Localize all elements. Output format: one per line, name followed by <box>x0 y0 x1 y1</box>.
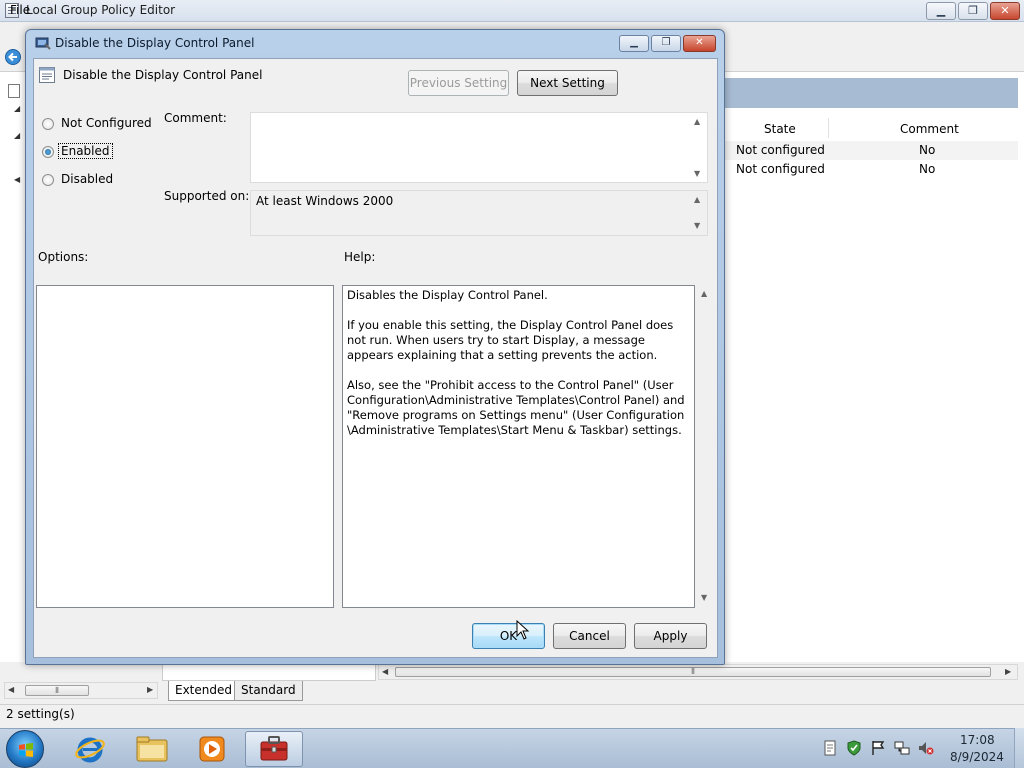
supported-scrollbar[interactable]: ▲ ▼ <box>690 191 707 235</box>
group-policy-editor-icon[interactable] <box>258 733 290 763</box>
radio-label-not-configured[interactable]: Not Configured <box>59 116 154 130</box>
column-separator[interactable] <box>828 118 829 138</box>
back-arrow-icon[interactable] <box>4 49 22 65</box>
scroll-right-arrow-icon[interactable]: ▶ <box>1005 667 1011 676</box>
notes-icon[interactable] <box>822 740 838 756</box>
ok-button[interactable]: OK <box>472 623 545 649</box>
windows-explorer-icon[interactable] <box>136 736 168 762</box>
tab-standard[interactable]: Standard <box>234 681 303 701</box>
network-icon[interactable] <box>894 740 910 756</box>
row-state: Not configured <box>736 162 825 176</box>
dialog-title: Disable the Display Control Panel <box>55 36 255 50</box>
scrollbar-thumb[interactable]: ⦀ <box>395 667 991 677</box>
list-horizontal-scrollbar[interactable]: ◀ ⦀ ▶ <box>378 664 1018 680</box>
setting-document-icon <box>39 67 55 83</box>
main-window-title: Local Group Policy Editor <box>26 3 176 17</box>
dialog-close-button[interactable]: ✕ <box>683 35 716 52</box>
radio-button-icon[interactable] <box>42 174 54 186</box>
tree-pane[interactable] <box>0 72 26 662</box>
security-shield-icon[interactable] <box>846 740 862 756</box>
policy-node-icon <box>8 84 20 98</box>
scroll-up-arrow-icon[interactable]: ▲ <box>701 289 707 298</box>
row-state: Not configured <box>736 143 825 157</box>
status-text: 2 setting(s) <box>6 707 75 721</box>
media-player-icon[interactable] <box>198 735 226 763</box>
clock-time[interactable]: 17:08 <box>960 733 995 747</box>
table-row[interactable]: Not configured No <box>724 141 1018 160</box>
comment-label: Comment: <box>164 111 227 125</box>
internet-explorer-icon[interactable] <box>74 733 106 765</box>
comment-scrollbar[interactable]: ▲ ▼ <box>690 113 707 182</box>
radio-label-disabled[interactable]: Disabled <box>59 172 115 186</box>
radio-button-selected-icon[interactable] <box>42 146 54 158</box>
dialog-maximize-button[interactable]: ❐ <box>651 35 681 52</box>
tree-expand-arrow-icon[interactable]: ◢ <box>14 104 20 113</box>
supported-on-label: Supported on: <box>164 189 250 203</box>
tree-expand-arrow-icon[interactable]: ◀ <box>14 175 20 184</box>
clock-date[interactable]: 8/9/2024 <box>950 750 1004 764</box>
column-header-comment[interactable]: Comment <box>900 122 959 136</box>
start-orb-icon[interactable] <box>6 730 44 768</box>
menu-file[interactable]: File <box>10 3 30 17</box>
supported-on-value: At least Windows 2000 <box>256 194 394 208</box>
windows-flag-icon <box>19 743 33 757</box>
radio-button-icon[interactable] <box>42 118 54 130</box>
main-minimize-button[interactable]: ▁ <box>926 2 956 20</box>
previous-setting-button[interactable]: Previous Setting <box>408 70 509 96</box>
list-left-gap <box>162 664 376 681</box>
help-label: Help: <box>344 250 376 264</box>
apply-button[interactable]: Apply <box>634 623 707 649</box>
comment-textarea[interactable] <box>250 112 708 183</box>
setting-name: Disable the Display Control Panel <box>63 68 263 82</box>
options-label: Options: <box>38 250 89 264</box>
table-row[interactable]: Not configured No <box>724 160 1018 179</box>
scroll-down-arrow-icon[interactable]: ▼ <box>701 593 707 602</box>
row-comment: No <box>919 143 936 157</box>
scroll-up-arrow-icon[interactable]: ▲ <box>694 195 700 204</box>
volume-muted-icon[interactable] <box>918 740 934 756</box>
scroll-down-arrow-icon[interactable]: ▼ <box>694 221 700 230</box>
status-bar <box>0 704 1024 728</box>
radio-label-enabled[interactable]: Enabled <box>58 143 113 159</box>
action-center-flag-icon[interactable] <box>870 740 886 756</box>
scroll-down-arrow-icon[interactable]: ▼ <box>694 169 700 178</box>
cancel-button[interactable]: Cancel <box>553 623 626 649</box>
scroll-up-arrow-icon[interactable]: ▲ <box>694 117 700 126</box>
main-close-button[interactable]: ✕ <box>990 2 1020 20</box>
tree-expand-arrow-icon[interactable]: ◢ <box>14 131 20 140</box>
scrollbar-thumb[interactable]: ⦀ <box>25 685 89 696</box>
show-desktop-button[interactable] <box>1014 728 1024 768</box>
scroll-left-arrow-icon[interactable]: ◀ <box>382 667 388 676</box>
scroll-right-arrow-icon[interactable]: ▶ <box>147 685 153 694</box>
scroll-left-arrow-icon[interactable]: ◀ <box>8 685 14 694</box>
tab-extended[interactable]: Extended <box>168 681 239 701</box>
column-header-state[interactable]: State <box>764 122 796 136</box>
policy-setting-icon <box>35 37 51 50</box>
tree-horizontal-scrollbar[interactable]: ◀ ⦀ ▶ <box>4 682 158 699</box>
help-scrollbar[interactable]: ▲ ▼ <box>697 285 714 608</box>
next-setting-button[interactable]: Next Setting <box>517 70 618 96</box>
help-text: Disables the Display Control Panel. If y… <box>347 288 685 437</box>
options-panel[interactable] <box>36 285 334 608</box>
mouse-cursor-icon <box>516 620 530 640</box>
dialog-minimize-button[interactable]: ▁ <box>619 35 649 52</box>
settings-header-band <box>724 78 1018 108</box>
row-comment: No <box>919 162 936 176</box>
main-restore-button[interactable]: ❐ <box>958 2 988 20</box>
